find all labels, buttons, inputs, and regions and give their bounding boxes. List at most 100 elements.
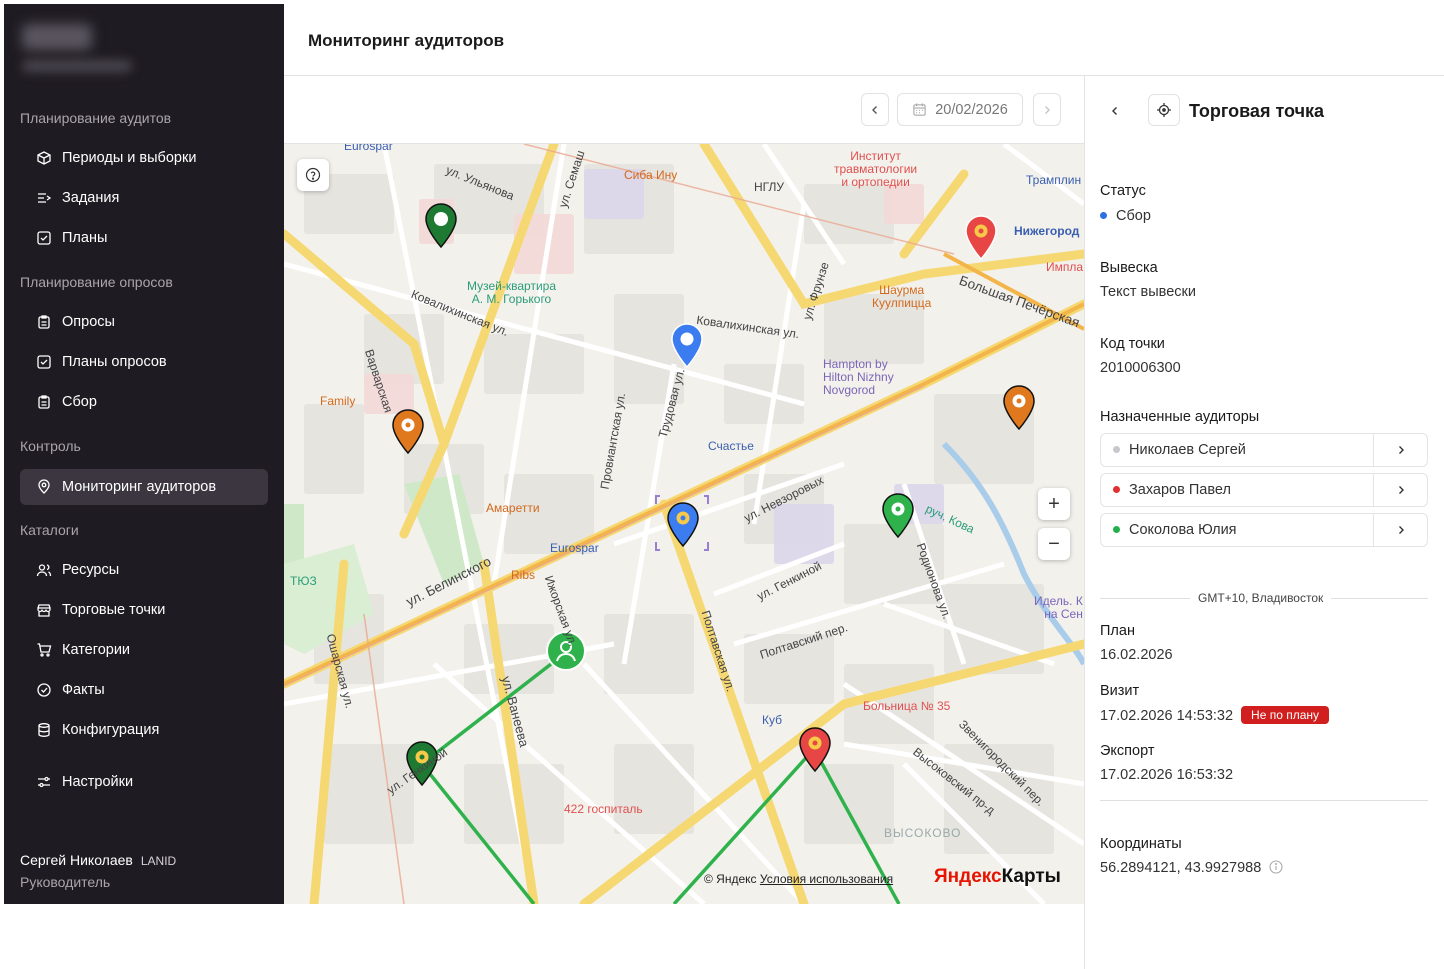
map-help-button[interactable] <box>297 159 329 191</box>
locate-button[interactable] <box>1148 94 1180 126</box>
map-label: Институт травматологии и ортопедии <box>834 149 918 189</box>
section-audit-planning: Планирование аудитов <box>20 110 172 126</box>
prev-date-button[interactable] <box>861 93 889 126</box>
sidebar-item-label: Факты <box>62 682 105 698</box>
sidebar-item-label: Торговые точки <box>62 602 166 618</box>
coords-label: Координаты <box>1100 836 1182 852</box>
map-label: Family <box>320 394 356 408</box>
coords-value: 56.2894121, 43.9927988 <box>1100 860 1283 876</box>
info-icon[interactable] <box>1269 860 1283 874</box>
status-label: Статус <box>1100 183 1146 199</box>
sidebar-item-categories[interactable]: Категории <box>20 632 268 668</box>
sign-label: Вывеска <box>1100 260 1158 276</box>
panel-title: Торговая точка <box>1189 101 1325 121</box>
date-picker[interactable]: 20/02/2026 <box>897 93 1023 126</box>
user-role: Руководитель <box>20 874 111 890</box>
auditor-row[interactable]: Захаров Павел <box>1100 473 1428 507</box>
zoom-out-button[interactable]: − <box>1038 528 1070 560</box>
map-pin-red[interactable] <box>797 726 833 772</box>
status-value: Сбор <box>1100 208 1151 224</box>
plan-value: 16.02.2026 <box>1100 647 1173 663</box>
clipboard-icon <box>36 314 52 330</box>
sidebar-item-resources[interactable]: Ресурсы <box>20 552 268 588</box>
zoom-in-button[interactable]: + <box>1038 488 1070 520</box>
map-label: ВЫСОКОВО <box>884 826 962 840</box>
section-survey-planning: Планирование опросов <box>20 274 173 290</box>
auditor-name: Николаев Сергей <box>1129 442 1246 458</box>
sidebar-item-label: Мониторинг аудиторов <box>62 479 217 495</box>
map-pin-orange[interactable] <box>1001 384 1037 430</box>
chevron-right-icon <box>1398 526 1404 534</box>
auditor-row[interactable]: Соколова Юлия <box>1100 513 1428 547</box>
map-pin-blue[interactable] <box>669 322 705 368</box>
chevron-left-icon <box>872 105 877 114</box>
panel-divider <box>1084 75 1085 969</box>
sidebar-item-label: Настройки <box>62 774 134 790</box>
auditor-status-dot <box>1113 525 1120 533</box>
cart-icon <box>36 642 52 658</box>
sidebar-item-label: Задания <box>62 190 120 206</box>
sidebar: Планирование аудитов Периоды и выборки З… <box>4 4 284 904</box>
chevron-right-icon <box>1045 105 1050 114</box>
visit-label: Визит <box>1100 683 1140 699</box>
sidebar-item-configuration[interactable]: Конфигурация <box>20 712 268 748</box>
sidebar-item-periods[interactable]: Периоды и выборки <box>20 140 268 176</box>
sidebar-item-label: Конфигурация <box>62 722 160 738</box>
date-value: 20/02/2026 <box>935 101 1008 118</box>
auditor-open-button[interactable] <box>1373 474 1427 506</box>
next-date-button[interactable] <box>1033 93 1061 126</box>
map-pin-green[interactable] <box>880 492 916 538</box>
terms-link[interactable]: Условия использования <box>760 872 893 886</box>
clipboard-icon <box>36 394 52 410</box>
user-name[interactable]: Сергей Николаев LANID <box>20 852 176 868</box>
map-label: 422 госпиталь <box>564 802 643 816</box>
sidebar-item-surveys[interactable]: Опросы <box>20 304 268 340</box>
sidebar-item-label: Опросы <box>62 314 115 330</box>
export-label: Экспорт <box>1100 743 1155 759</box>
sidebar-item-plans[interactable]: Планы <box>20 220 268 256</box>
map-label: Ribs <box>511 568 536 582</box>
map[interactable]: Eurospar Сиба Ину НГЛУ Институт травмато… <box>284 144 1084 904</box>
map-label: Больница № 35 <box>863 699 951 713</box>
map-label: Сиба Ину <box>624 168 678 182</box>
auditor-name: Захаров Павел <box>1129 482 1231 498</box>
map-label: Амаретти <box>486 501 540 515</box>
map-pin-red[interactable] <box>963 214 999 260</box>
sidebar-item-facts[interactable]: Факты <box>20 672 268 708</box>
map-label: Музей-квартира А. М. Горького <box>467 279 556 306</box>
code-label: Код точки <box>1100 336 1165 352</box>
map-pin-green[interactable] <box>423 202 459 248</box>
sidebar-item-label: Ресурсы <box>62 562 120 578</box>
auditor-open-button[interactable] <box>1373 434 1427 466</box>
crosshair-icon <box>1157 103 1171 117</box>
map-label: Нижегород <box>1014 224 1080 238</box>
auditor-status-dot <box>1113 445 1120 453</box>
panel-back-button[interactable] <box>1104 100 1126 122</box>
sidebar-item-stores[interactable]: Торговые точки <box>20 592 268 628</box>
map-label: Счастье <box>708 439 754 453</box>
map-label: Eurospar <box>344 144 393 153</box>
logo <box>20 18 140 78</box>
sidebar-item-survey-plans[interactable]: Планы опросов <box>20 344 268 380</box>
status-dot <box>1100 211 1107 219</box>
auditor-open-button[interactable] <box>1373 514 1427 546</box>
status-badge: Не по плану <box>1241 706 1330 724</box>
auditor-status-dot <box>1113 485 1120 493</box>
checkbox-icon <box>36 354 52 370</box>
auditor-row[interactable]: Николаев Сергей <box>1100 433 1428 467</box>
plus-icon: + <box>1048 492 1060 515</box>
yandex-maps-logo[interactable]: ЯндексКарты <box>934 866 1061 888</box>
help-icon <box>305 167 321 183</box>
sidebar-item-settings[interactable]: Настройки <box>20 764 268 800</box>
sidebar-item-collection[interactable]: Сбор <box>20 384 268 420</box>
map-label: Идель. К на Сен <box>1034 594 1083 621</box>
chevron-left-icon <box>1112 107 1117 115</box>
sidebar-item-auditor-monitoring[interactable]: Мониторинг аудиторов <box>20 469 268 505</box>
map-pin-selected[interactable] <box>665 501 701 547</box>
box-icon <box>36 150 52 166</box>
map-pin-orange[interactable] <box>390 408 426 454</box>
sidebar-item-tasks[interactable]: Задания <box>20 180 268 216</box>
auditor-name: Соколова Юлия <box>1129 522 1237 538</box>
sidebar-item-label: Категории <box>62 642 131 658</box>
map-label: Импла <box>1046 260 1084 274</box>
